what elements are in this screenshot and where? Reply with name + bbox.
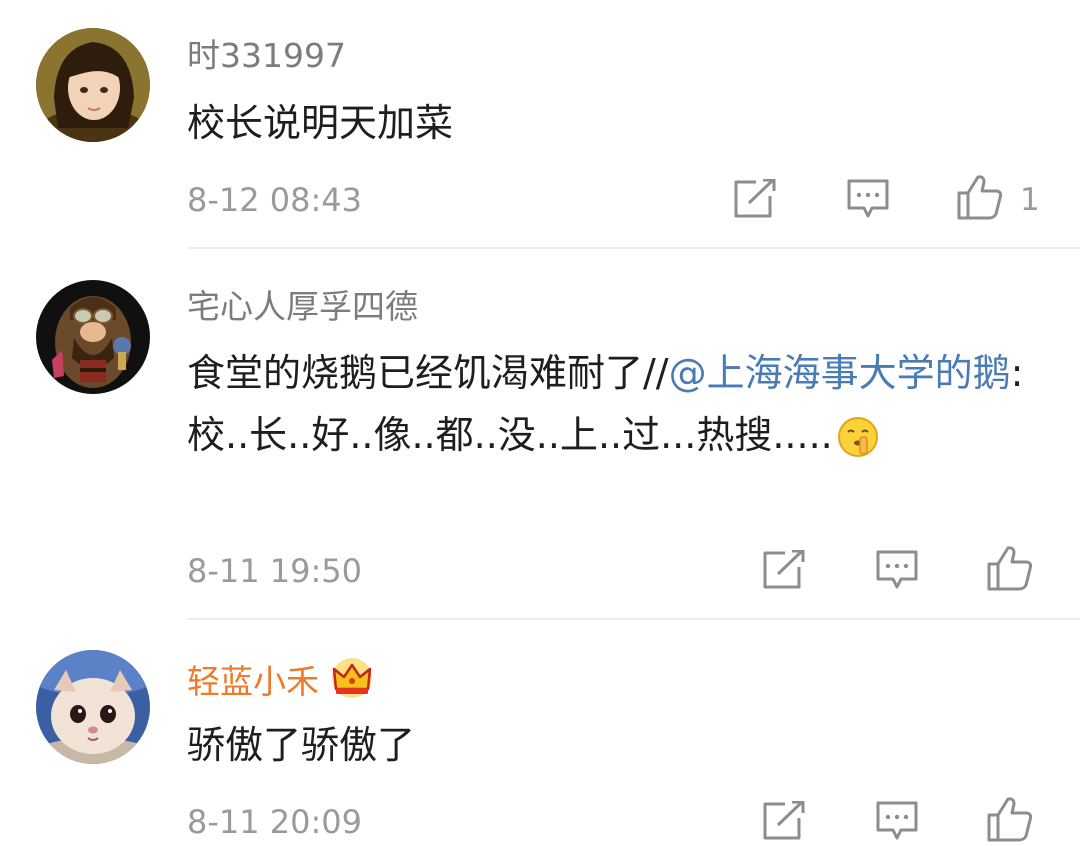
repost-icon[interactable] — [762, 801, 806, 841]
username[interactable]: 宅心人厚孚四德 — [187, 287, 418, 327]
like-count: 1 — [1020, 182, 1040, 218]
crown-icon — [329, 657, 375, 708]
timestamp: 8-11 19:50 — [187, 552, 363, 590]
comment-icon[interactable] — [846, 178, 890, 220]
thumbs-up-icon[interactable] — [987, 796, 1033, 842]
mention-link[interactable]: @上海海事大学的鹅 — [669, 351, 1011, 395]
comment-text: 校长说明天加菜 — [187, 101, 454, 145]
username[interactable]: 时331997 — [187, 36, 346, 76]
comment-item: 时331997 校长说明天加菜 8-12 08:43 1 — [0, 0, 1080, 250]
comment-text: 骄傲了骄傲了 — [187, 723, 416, 767]
comment-item: 宅心人厚孚四德 食堂的烧鹅已经饥渴难耐了//@上海海事大学的鹅:校..长..好.… — [0, 250, 1080, 620]
timestamp: 8-12 08:43 — [187, 181, 363, 219]
repost-icon[interactable] — [762, 550, 806, 590]
avatar[interactable] — [36, 28, 150, 142]
comment-icon[interactable] — [875, 800, 919, 842]
avatar[interactable] — [36, 650, 150, 764]
divider — [187, 247, 1080, 249]
comment-text-before: 食堂的烧鹅已经饥渴难耐了// — [187, 351, 669, 395]
username-vip: 轻蓝小禾 — [187, 657, 375, 708]
comment-feed: 时331997 校长说明天加菜 8-12 08:43 1 宅心人厚孚四德 食堂的… — [0, 0, 1080, 846]
repost-icon[interactable] — [733, 179, 777, 219]
comment-item: 轻蓝小禾 骄傲了骄傲了 8-11 20:09 — [0, 620, 1080, 846]
comment-icon[interactable] — [875, 549, 919, 591]
avatar[interactable] — [36, 280, 150, 394]
thumbs-up-icon[interactable] — [987, 545, 1033, 591]
username[interactable]: 轻蓝小禾 — [187, 662, 319, 701]
comment-text: 食堂的烧鹅已经饥渴难耐了//@上海海事大学的鹅:校..长..好..像..都..没… — [187, 342, 1057, 476]
shush-emoji — [837, 414, 879, 476]
timestamp: 8-11 20:09 — [187, 803, 363, 841]
thumbs-up-icon[interactable] — [957, 174, 1003, 220]
